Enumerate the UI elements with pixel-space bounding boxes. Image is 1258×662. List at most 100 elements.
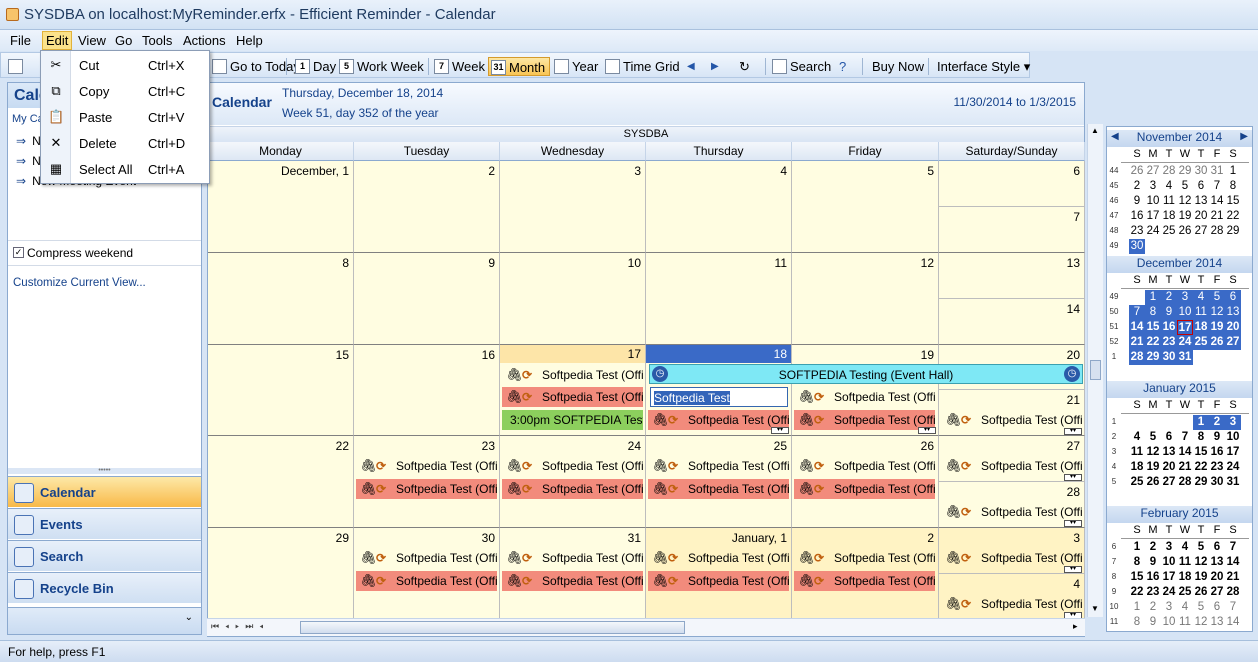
mini-day[interactable]: 10 [1145, 194, 1161, 209]
mini-day[interactable]: 9 [1145, 555, 1161, 570]
nav-recycle-bin[interactable]: Recycle Bin [8, 572, 201, 603]
day-cell[interactable]: December, 1 [208, 161, 354, 253]
mini-day[interactable]: 1 [1129, 540, 1145, 555]
record-nav-icons[interactable]: ⏮◂▸⏭◂ [211, 621, 269, 632]
scroll-up-icon[interactable]: ▲ [1091, 126, 1099, 135]
mini-day[interactable]: 1 [1225, 164, 1241, 179]
mini-day[interactable]: 18 [1129, 460, 1145, 475]
mini-day[interactable]: 30 [1193, 164, 1209, 179]
mini-day[interactable]: 20 [1193, 209, 1209, 224]
mini-day[interactable]: 25 [1177, 585, 1193, 600]
view-item[interactable]: ⇒ N [16, 134, 41, 148]
compress-weekend-checkbox[interactable]: ✓ [13, 247, 24, 258]
day-cell[interactable]: 10 [500, 253, 646, 345]
mini-day[interactable]: 4 [1193, 290, 1209, 305]
mini-day[interactable]: 5 [1145, 430, 1161, 445]
menu-tools[interactable]: Tools [142, 33, 172, 48]
mini-day[interactable]: 1 [1145, 290, 1161, 305]
menu-view[interactable]: View [78, 33, 106, 48]
menu-item-paste[interactable]: 📋 Paste Ctrl+V [41, 104, 209, 130]
mini-day[interactable]: 22 [1145, 335, 1161, 350]
mini-day[interactable]: 8 [1145, 305, 1161, 320]
mini-day[interactable]: 14 [1225, 615, 1241, 630]
saturday-cell[interactable]: 6 [939, 161, 1085, 207]
mini-day[interactable]: 26 [1193, 585, 1209, 600]
day-cell[interactable]: 9 [354, 253, 500, 345]
mini-day[interactable]: 31 [1177, 350, 1193, 365]
mini-day[interactable]: 19 [1209, 320, 1225, 335]
menu-file[interactable]: File [10, 33, 31, 48]
mini-day[interactable]: 7 [1177, 430, 1193, 445]
mini-day[interactable]: 17 [1161, 570, 1177, 585]
menu-item-select-all[interactable]: ▦ Select All Ctrl+A [41, 156, 209, 182]
mini-day[interactable]: 26 [1129, 164, 1145, 179]
mini-day[interactable]: 1 [1129, 600, 1145, 615]
mini-day[interactable]: 7 [1209, 179, 1225, 194]
event[interactable]: 🖇 ⟳ Softpedia Test (Offic [794, 387, 935, 407]
day-cell[interactable]: 12 [792, 253, 939, 345]
mini-day[interactable]: 28 [1161, 164, 1177, 179]
mini-day[interactable]: 27 [1145, 164, 1161, 179]
mini-day[interactable]: 27 [1161, 475, 1177, 490]
saturday-cell[interactable]: 13 [939, 253, 1085, 299]
day-cell[interactable]: 5 [792, 161, 939, 253]
mini-day[interactable]: 24 [1161, 585, 1177, 600]
event[interactable]: 🖇 ⟳ Softpedia Test (Offic [648, 410, 789, 430]
sunday-cell[interactable]: 28 🖇 ⟳ Softpedia Test (Offic ▾▾ [939, 482, 1085, 528]
event[interactable]: 🖇 ⟳ Softpedia Test (Offic [502, 387, 643, 407]
mini-day[interactable]: 2 [1209, 415, 1225, 430]
mini-day[interactable]: 30 [1161, 350, 1177, 365]
mini-day[interactable]: 22 [1129, 585, 1145, 600]
event-edit-box[interactable]: Softpedia Test [650, 387, 788, 407]
mini-day[interactable]: 31 [1225, 475, 1241, 490]
mini-day[interactable]: 26 [1145, 475, 1161, 490]
mini-day[interactable]: 11 [1129, 445, 1145, 460]
mini-day[interactable]: 30 [1209, 475, 1225, 490]
day-cell[interactable]: 24 🖇 ⟳ Softpedia Test (Offic 🖇 ⟳ Softpedia Tes… [500, 436, 646, 528]
mini-day[interactable]: 29 [1225, 224, 1241, 239]
nav-options-chevron[interactable]: ⌄ [8, 607, 201, 634]
mini-day[interactable]: 25 [1193, 335, 1209, 350]
buy-button[interactable]: Buy Now [868, 57, 928, 76]
nav-events[interactable]: Events [8, 508, 201, 539]
more-events-icon[interactable]: ▾▾ [1064, 428, 1082, 435]
event[interactable]: 🖇 ⟳ Softpedia Test (Offic [941, 456, 1082, 476]
mini-day[interactable]: 16 [1161, 320, 1177, 335]
mini-day[interactable]: 3 [1177, 290, 1193, 305]
help-icon[interactable]: ? [839, 57, 857, 76]
menu-item-copy[interactable]: ⧉ Copy Ctrl+C [41, 78, 209, 104]
mini-day[interactable]: 10 [1225, 430, 1241, 445]
mini-day[interactable]: 18 [1161, 209, 1177, 224]
mini-day[interactable]: 21 [1177, 460, 1193, 475]
mini-day[interactable]: 6 [1161, 430, 1177, 445]
day-cell[interactable]: 25 🖇 ⟳ Softpedia Test (Offic 🖇 ⟳ Softpedia Tes… [646, 436, 792, 528]
event[interactable]: 🖇 ⟳ Softpedia Test (Offic [648, 479, 789, 499]
horizontal-scrollbar[interactable]: ⏮◂▸⏭◂ ▸ [207, 618, 1085, 636]
event[interactable]: 🖇 ⟳ Softpedia Test (Offic [356, 456, 497, 476]
month-button[interactable]: 31 Month [488, 57, 551, 76]
sunday-cell[interactable]: 7 [939, 207, 1085, 253]
mini-day[interactable]: 15 [1145, 320, 1161, 335]
mini-day[interactable]: 15 [1225, 194, 1241, 209]
next-period-icon[interactable]: ▶ [711, 57, 725, 76]
work-button[interactable]: 5 Work Week [337, 57, 428, 76]
mini-day[interactable]: 26 [1177, 224, 1193, 239]
mini-day[interactable]: 12 [1193, 615, 1209, 630]
vertical-scroll-thumb[interactable] [1090, 360, 1101, 380]
vertical-scrollbar[interactable]: ▲ ▼ [1087, 124, 1103, 617]
day-cell[interactable]: 22 [208, 436, 354, 528]
scroll-down-icon[interactable]: ▼ [1091, 604, 1099, 613]
day-cell[interactable]: 2 🖇 ⟳ Softpedia Test (Offic 🖇 ⟳ Softpedia Test… [792, 528, 939, 620]
event[interactable]: 🖇 ⟳ Softpedia Test (Offic [648, 548, 789, 568]
day-cell[interactable]: 3 [500, 161, 646, 253]
mini-day[interactable]: 23 [1209, 460, 1225, 475]
mini-day[interactable]: 15 [1129, 570, 1145, 585]
more-events-icon[interactable]: ▾▾ [918, 427, 936, 434]
mini-day[interactable]: 13 [1225, 305, 1241, 320]
mini-day[interactable]: 28 [1225, 585, 1241, 600]
mini-day[interactable]: 10 [1161, 615, 1177, 630]
event[interactable]: 🖇 ⟳ Softpedia Test (Offic [794, 479, 935, 499]
day-cell[interactable]: 4 [646, 161, 792, 253]
mini-day[interactable]: 10 [1161, 555, 1177, 570]
mini-day[interactable]: 12 [1209, 305, 1225, 320]
